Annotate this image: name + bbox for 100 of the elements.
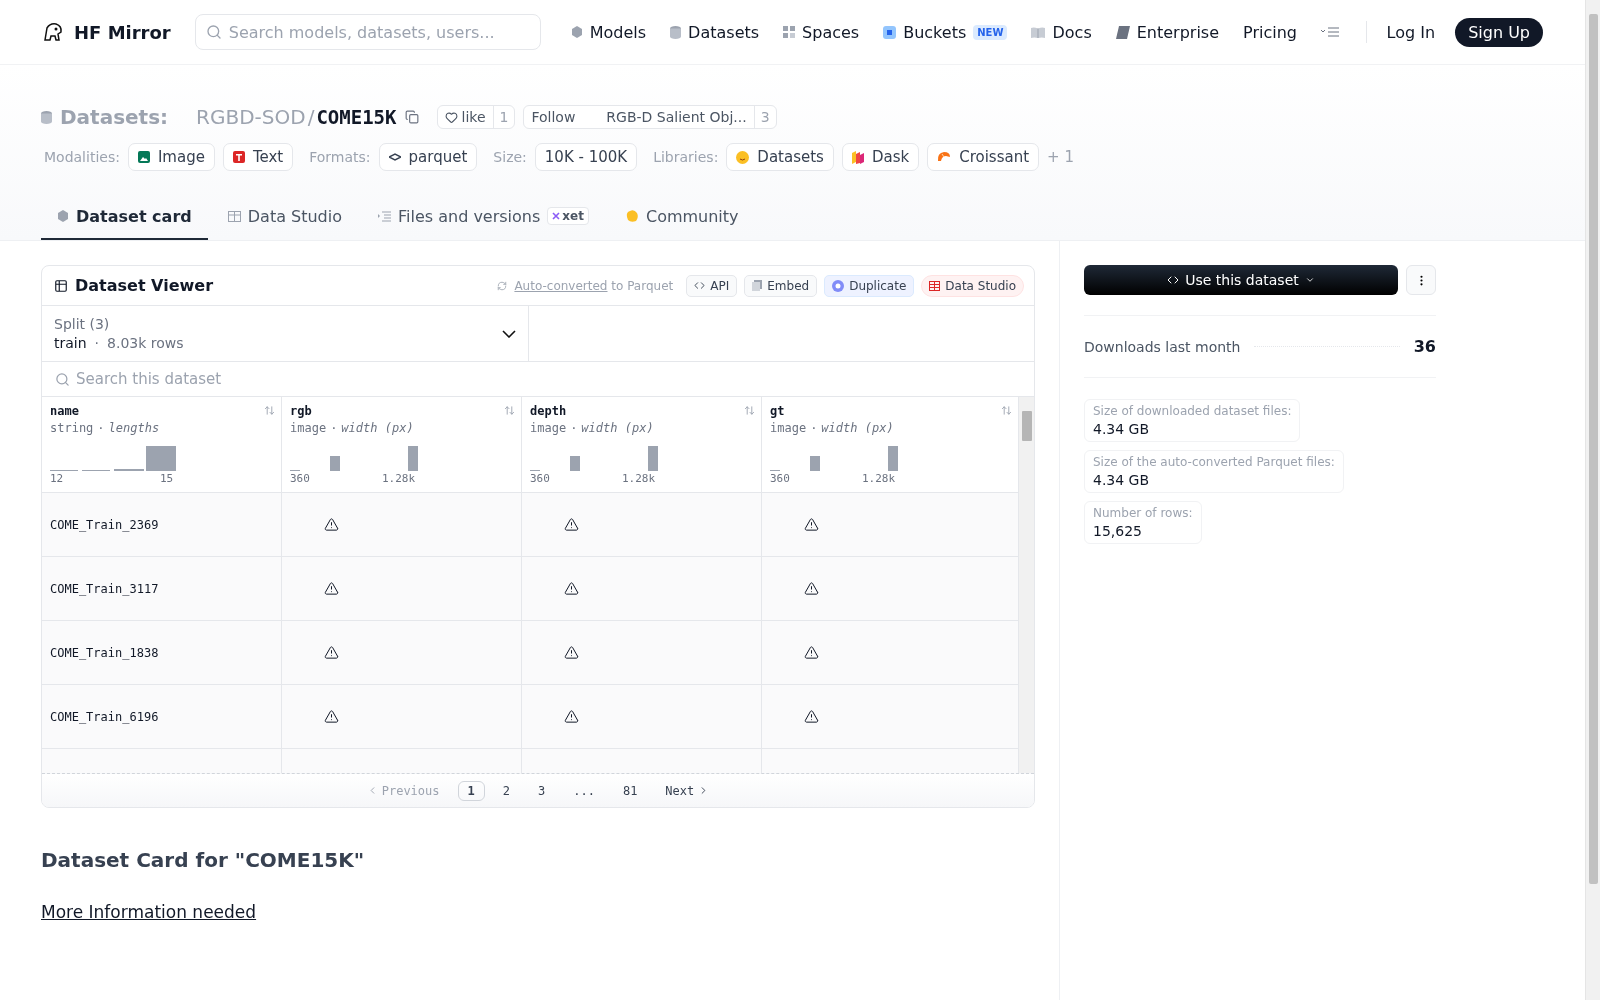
new-badge: NEW	[973, 24, 1008, 40]
nav-link[interactable]: Spaces	[783, 22, 860, 42]
org-name: RGB-D Salient Obj...	[605, 108, 748, 127]
cross-icon	[552, 212, 561, 220]
tag[interactable]: Text	[222, 143, 294, 171]
tag[interactable]: Datasets	[726, 143, 834, 171]
croissant-icon	[937, 151, 952, 163]
signup-button[interactable]: Sign Up	[1455, 17, 1543, 47]
database-icon	[670, 25, 682, 39]
table-icon	[227, 210, 241, 222]
tag-group-label: Size:	[493, 149, 527, 165]
code-icon	[1167, 274, 1180, 286]
page-button[interactable]: 3	[528, 780, 556, 801]
next-page-button[interactable]: Next	[655, 780, 720, 801]
tab[interactable]: Dataset card	[41, 194, 208, 240]
search-icon	[205, 24, 222, 40]
document-icon	[752, 280, 763, 291]
nav-link[interactable]: Enterprise	[1115, 22, 1220, 42]
follow-label: Follow	[530, 108, 577, 127]
page-button[interactable]: 2	[492, 780, 520, 801]
like-button[interactable]: like 1	[436, 105, 516, 129]
nav-link[interactable]: Models	[570, 22, 647, 42]
list-icon	[378, 210, 391, 222]
tag[interactable]: Image	[127, 143, 215, 171]
table-cell: COME_Train_1838	[42, 621, 282, 685]
warning-icon	[564, 517, 579, 532]
path-separator: /	[307, 105, 315, 129]
tab[interactable]: Community	[608, 194, 755, 240]
sort-icon[interactable]	[264, 405, 275, 416]
smiley-icon	[736, 150, 750, 164]
tag[interactable]: parquet	[378, 143, 478, 171]
histogram-max: 1.28k	[862, 472, 896, 485]
warning-icon	[324, 709, 339, 724]
histogram-max: 15	[160, 472, 174, 485]
cube-icon	[570, 26, 583, 38]
cubes-icon	[851, 150, 864, 164]
search-icon	[55, 372, 70, 387]
follow-button[interactable]: Follow RGB-D Salient Obj... 3	[523, 105, 777, 129]
warning-icon	[564, 709, 579, 724]
refresh-icon	[497, 280, 508, 291]
nav-link[interactable]: Datasets	[670, 22, 760, 42]
warning-icon	[804, 517, 819, 532]
card-heading: Dataset Card for "COME15K"	[41, 848, 366, 872]
histogram-min: 360	[770, 472, 791, 485]
grid-icon	[783, 26, 796, 38]
circle-icon	[832, 279, 845, 292]
like-count: 1	[492, 106, 515, 128]
xet-badge: xet	[547, 207, 589, 225]
nav-link[interactable]: Pricing	[1243, 22, 1297, 42]
search-field[interactable]: Search models, datasets, users...	[194, 14, 541, 50]
copy-icon[interactable]	[404, 110, 419, 124]
follower-count: 3	[753, 106, 776, 128]
text-icon	[232, 151, 245, 163]
heart-icon	[444, 110, 458, 124]
page-button[interactable]: 1	[457, 780, 485, 801]
histogram-min: 360	[290, 472, 311, 485]
tag[interactable]: 10K - 100K	[534, 143, 638, 171]
sort-icon[interactable]	[504, 405, 515, 416]
viewer-title: Dataset Viewer	[75, 276, 215, 295]
page-button[interactable]: 81	[612, 780, 648, 801]
tab[interactable]: Data Studio	[211, 194, 358, 240]
table-scrollbar[interactable]	[1019, 397, 1034, 773]
tag[interactable]: Dask	[841, 143, 920, 171]
login-link[interactable]: Log In	[1386, 22, 1436, 42]
tag-group-label: Libraries:	[653, 149, 719, 165]
info-link[interactable]: More Information needed	[41, 902, 257, 922]
warning-icon	[804, 709, 819, 724]
tab[interactable]: Files and versions xet	[362, 194, 605, 240]
chevron-down-icon	[502, 329, 516, 338]
warning-icon	[324, 581, 339, 596]
table-cell: COME_Train_2369	[42, 493, 282, 557]
stat-value: 15,625	[1093, 523, 1143, 539]
more-button[interactable]	[1406, 265, 1436, 295]
downloads-label: Downloads last month	[1084, 338, 1241, 355]
nav-link[interactable]: Buckets NEW	[883, 22, 1008, 42]
viewer-action-button[interactable]: API	[686, 274, 738, 297]
tag[interactable]: Croissant	[927, 143, 1040, 171]
table-icon	[54, 278, 68, 293]
use-dataset-button[interactable]: Use this dataset	[1084, 265, 1398, 295]
dataset-name[interactable]: COME15K	[316, 106, 397, 128]
warning-icon	[804, 645, 819, 660]
viewer-action-button[interactable]: Duplicate	[824, 274, 915, 297]
stat-value: 4.34 GB	[1093, 472, 1151, 488]
layers-icon	[388, 152, 401, 162]
page-scrollbar[interactable]	[1585, 0, 1600, 1000]
histogram-min: 360	[530, 472, 551, 485]
nav-link[interactable]: Docs	[1031, 22, 1092, 42]
menu-icon[interactable]	[1321, 27, 1339, 37]
brand-name[interactable]: HF Mirror	[74, 21, 171, 43]
warning-icon	[324, 645, 339, 660]
sort-icon[interactable]	[1001, 405, 1012, 416]
histogram-max: 1.28k	[622, 472, 656, 485]
page-button[interactable]: ...	[563, 780, 605, 801]
warning-icon	[564, 581, 579, 596]
viewer-action-button[interactable]: Embed	[744, 274, 818, 297]
table-cell: COME_Train_3117	[42, 557, 282, 621]
page-type-label: Datasets:	[60, 105, 169, 129]
viewer-action-button[interactable]: Data Studio	[921, 274, 1024, 297]
sort-icon[interactable]	[744, 405, 755, 416]
warning-icon	[564, 645, 579, 660]
